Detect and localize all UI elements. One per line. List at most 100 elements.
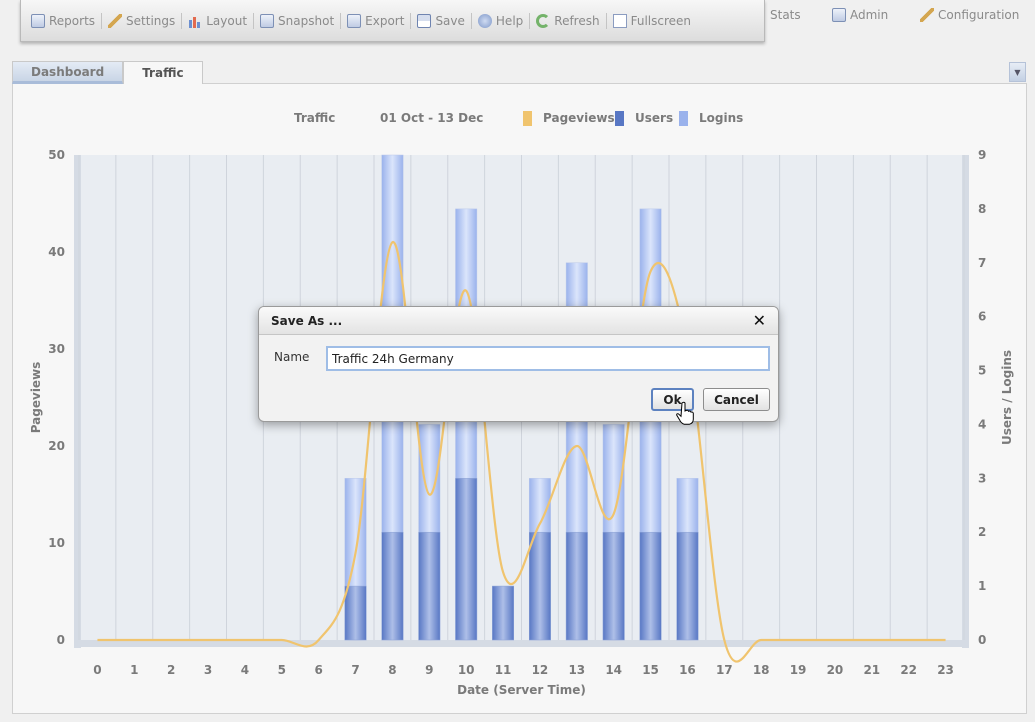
disk-icon bbox=[417, 13, 432, 28]
y2-tick-label: 6 bbox=[978, 310, 986, 324]
nav-admin[interactable]: Admin bbox=[832, 0, 888, 30]
users-bar bbox=[381, 531, 404, 641]
y-tick-label: 30 bbox=[48, 342, 65, 356]
panel-menu-button[interactable]: ▼ bbox=[1009, 62, 1026, 82]
y2-tick-label: 1 bbox=[978, 579, 986, 593]
y2-axis-title: Users / Logins bbox=[1000, 350, 1014, 445]
nav-configuration[interactable]: Configuration bbox=[920, 0, 1019, 30]
users-bar bbox=[492, 585, 515, 641]
legend-label: Logins bbox=[699, 111, 743, 125]
users-bar bbox=[455, 478, 478, 641]
y2-tick-label: 0 bbox=[978, 633, 986, 647]
y2-tick-label: 5 bbox=[978, 364, 986, 378]
fullscreen-icon bbox=[612, 13, 627, 28]
legend-label: Users bbox=[635, 111, 673, 125]
export-icon bbox=[347, 13, 362, 28]
users-bar bbox=[344, 585, 367, 641]
chart-title: Traffic bbox=[294, 111, 335, 125]
y-tick-label: 40 bbox=[48, 245, 65, 259]
legend-label: Pageviews bbox=[543, 111, 615, 125]
nav-stats[interactable]: Stats bbox=[770, 0, 801, 30]
x-tick-label: 5 bbox=[278, 663, 286, 677]
y2-tick-label: 7 bbox=[978, 256, 986, 270]
export-button[interactable]: Export bbox=[341, 1, 410, 41]
main-toolbar: Reports Settings Layout Snapshot Export … bbox=[20, 0, 765, 42]
y-tick-label: 10 bbox=[48, 536, 65, 550]
cancel-button[interactable]: Cancel bbox=[703, 388, 770, 411]
refresh-icon bbox=[536, 13, 551, 28]
triangle-down-icon: ▼ bbox=[1014, 67, 1021, 77]
right-axis-bar bbox=[962, 155, 969, 648]
x-tick-label: 1 bbox=[130, 663, 138, 677]
dialog-title: Save As ... bbox=[271, 313, 343, 328]
x-tick-label: 17 bbox=[716, 663, 733, 677]
legend-swatch bbox=[615, 111, 624, 126]
users-bar bbox=[639, 531, 662, 641]
x-tick-label: 20 bbox=[827, 663, 844, 677]
tab-dashboard[interactable]: Dashboard bbox=[12, 61, 124, 84]
reports-icon bbox=[31, 13, 45, 28]
refresh-button[interactable]: Refresh bbox=[530, 1, 605, 41]
x-tick-label: 8 bbox=[388, 663, 396, 677]
x-axis-title: Date (Server Time) bbox=[457, 683, 586, 697]
x-tick-label: 22 bbox=[900, 663, 917, 677]
x-tick-label: 6 bbox=[315, 663, 323, 677]
tab-bar: Dashboard Traffic bbox=[12, 61, 203, 84]
bar-chart-icon bbox=[188, 13, 203, 28]
save-button[interactable]: Save bbox=[411, 1, 470, 41]
hand-cursor-icon bbox=[676, 401, 694, 425]
close-icon[interactable]: ✕ bbox=[753, 311, 766, 330]
x-tick-label: 16 bbox=[679, 663, 696, 677]
x-tick-label: 12 bbox=[532, 663, 549, 677]
y-tick-label: 0 bbox=[57, 633, 65, 647]
x-tick-label: 18 bbox=[753, 663, 770, 677]
x-tick-label: 15 bbox=[642, 663, 659, 677]
camera-icon bbox=[260, 13, 275, 28]
users-bar bbox=[676, 531, 699, 641]
y-axis-title: Pageviews bbox=[29, 362, 43, 434]
x-tick-label: 7 bbox=[351, 663, 359, 677]
x-tick-label: 9 bbox=[425, 663, 433, 677]
users-bar bbox=[565, 531, 588, 641]
settings-button[interactable]: Settings bbox=[102, 1, 181, 41]
y2-tick-label: 3 bbox=[978, 471, 986, 485]
x-tick-label: 4 bbox=[241, 663, 249, 677]
admin-icon bbox=[832, 8, 846, 22]
x-tick-label: 21 bbox=[863, 663, 880, 677]
x-tick-label: 2 bbox=[167, 663, 175, 677]
help-icon bbox=[477, 13, 492, 28]
y2-tick-label: 8 bbox=[978, 202, 986, 216]
x-tick-label: 23 bbox=[937, 663, 954, 677]
users-bar bbox=[418, 531, 441, 641]
chart-subtitle: 01 Oct - 13 Dec bbox=[380, 111, 483, 125]
layout-button[interactable]: Layout bbox=[182, 1, 253, 41]
legend-swatch bbox=[523, 111, 532, 126]
tab-traffic[interactable]: Traffic bbox=[123, 61, 203, 84]
x-tick-label: 3 bbox=[204, 663, 212, 677]
fullscreen-button[interactable]: Fullscreen bbox=[607, 1, 697, 41]
snapshot-button[interactable]: Snapshot bbox=[254, 1, 340, 41]
name-input[interactable] bbox=[326, 346, 770, 371]
y-tick-label: 20 bbox=[48, 439, 65, 453]
users-bar bbox=[602, 531, 625, 641]
legend-swatch bbox=[679, 111, 688, 126]
y2-tick-label: 4 bbox=[978, 417, 986, 431]
save-as-dialog: Save As ... ✕ Name Ok Cancel bbox=[258, 306, 779, 422]
y-tick-label: 50 bbox=[48, 148, 65, 162]
name-label: Name bbox=[274, 350, 310, 364]
wrench-icon bbox=[920, 8, 934, 22]
x-tick-label: 19 bbox=[790, 663, 807, 677]
x-tick-label: 13 bbox=[568, 663, 585, 677]
x-tick-label: 0 bbox=[93, 663, 101, 677]
help-button[interactable]: Help bbox=[472, 1, 529, 41]
reports-button[interactable]: Reports bbox=[25, 1, 101, 41]
x-tick-label: 10 bbox=[458, 663, 475, 677]
x-tick-label: 14 bbox=[605, 663, 622, 677]
x-tick-label: 11 bbox=[495, 663, 512, 677]
dialog-header: Save As ... ✕ bbox=[259, 307, 778, 335]
wrench-icon bbox=[108, 13, 123, 28]
y2-tick-label: 9 bbox=[978, 148, 986, 162]
left-axis-bar bbox=[74, 155, 81, 648]
y2-tick-label: 2 bbox=[978, 525, 986, 539]
users-bar bbox=[528, 531, 551, 641]
